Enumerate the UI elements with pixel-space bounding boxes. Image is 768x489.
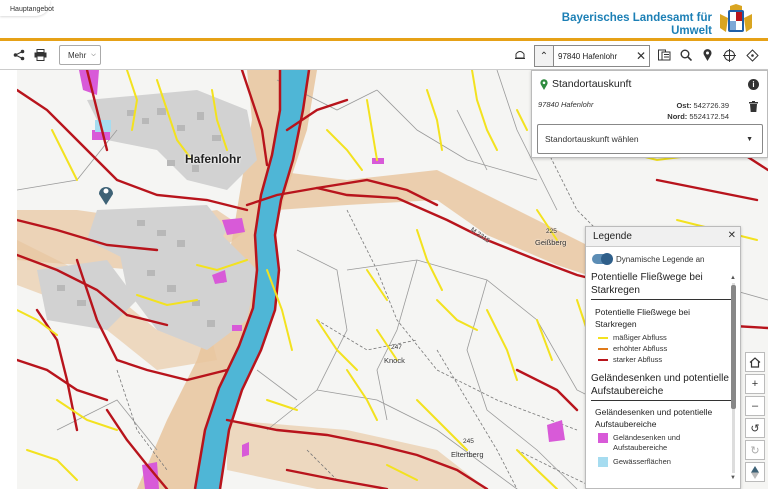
- east-value: 542726.39: [693, 101, 729, 110]
- legend-scrollbar[interactable]: ▲ ▼: [730, 275, 736, 485]
- dynamic-legend-toggle[interactable]: [592, 253, 613, 265]
- zoom-out-icon: –: [751, 400, 759, 412]
- rotate-button[interactable]: ↺: [745, 418, 765, 438]
- compass-icon: [751, 465, 759, 479]
- breadcrumb[interactable]: Hauptangebot: [10, 6, 54, 13]
- search-collapse-button[interactable]: ⌃: [534, 45, 554, 67]
- rotate-icon: ↺: [750, 422, 760, 435]
- zoom-out-button[interactable]: –: [745, 396, 765, 416]
- legend-swatch: [598, 433, 608, 443]
- crosshair-icon[interactable]: [721, 47, 737, 63]
- legend-item-increased-flow: erhöhter Abfluss: [598, 344, 667, 354]
- info-title-text: Standortauskunft: [552, 78, 632, 90]
- redo-icon: ↻: [750, 444, 760, 457]
- chevron-up-icon: ⌃: [539, 50, 549, 62]
- close-icon[interactable]: ✕: [636, 49, 646, 63]
- org-line-1: Bayerisches Landesamt für: [561, 12, 712, 24]
- location-search: ⌃ 97840 Hafenlohr ✕: [534, 45, 650, 67]
- info-coordinates: Ost: 542726.39 Nord: 5524172.54: [667, 100, 729, 122]
- locate-icon[interactable]: [744, 47, 760, 63]
- home-icon: [749, 356, 761, 368]
- legend-swatch: [598, 359, 608, 361]
- legend-section-2-subtitle: Geländesenken und potentielle Aufstauber…: [595, 407, 713, 429]
- info-place: 97840 Hafenlohr: [538, 100, 594, 109]
- toggle-label: Dynamische Legende an: [616, 255, 705, 264]
- legend-item-water-surfaces: Gewässerflächen: [598, 457, 671, 467]
- bell-icon[interactable]: [512, 47, 528, 63]
- app-root: Hauptangebot Bayerisches Landesamt für U…: [0, 0, 768, 489]
- scroll-down-icon[interactable]: ▼: [730, 475, 736, 481]
- north-label: Nord:: [667, 112, 688, 121]
- scroll-up-icon[interactable]: ▲: [730, 275, 736, 281]
- search-value: 97840 Hafenlohr: [558, 51, 618, 61]
- trash-icon[interactable]: [749, 101, 758, 112]
- info-title: Standortauskunft: [540, 78, 631, 90]
- location-pin-icon: [540, 78, 548, 90]
- legend-swatch: [598, 457, 608, 467]
- legend-item-label: mäßiger Abfluss: [613, 333, 667, 342]
- info-select-dropdown[interactable]: Standortauskunft wählen ▼: [537, 124, 763, 154]
- legend-panel: Legende ✕ Dynamische Legende an Potentie…: [585, 226, 741, 489]
- place-label-knock: Knock: [384, 356, 405, 365]
- elevation-geissberg: 225: [546, 228, 557, 235]
- legend-item-label: erhöhter Abfluss: [613, 344, 668, 353]
- legend-divider: [591, 299, 732, 300]
- home-button[interactable]: [745, 352, 765, 372]
- legend-item-label: starker Abfluss: [613, 355, 663, 364]
- compass-button[interactable]: [745, 462, 765, 482]
- location-info-panel: Standortauskunft i 97840 Hafenlohr Ost: …: [531, 70, 768, 158]
- organisation-name[interactable]: Bayerisches Landesamt für Umwelt: [562, 12, 712, 38]
- legend-item-depressions: Geländesenken und Aufstaubereiche: [598, 433, 703, 453]
- east-label: Ost:: [676, 101, 692, 110]
- place-label-town: Hafenlohr: [185, 152, 242, 166]
- elevation-eltertberg: 245: [463, 438, 474, 445]
- north-value: 5524172.54: [689, 112, 729, 121]
- share-icon[interactable]: [11, 47, 27, 63]
- zoom-search-icon[interactable]: [678, 47, 694, 63]
- legend-title: Legende: [593, 231, 632, 242]
- more-label: Mehr: [68, 50, 87, 60]
- map-left-edge: [0, 70, 17, 489]
- legend-section-2-title[interactable]: Geländesenken und potentielle Aufstauber…: [591, 372, 731, 398]
- search-input[interactable]: 97840 Hafenlohr ✕: [554, 45, 650, 67]
- legend-section-1-title[interactable]: Potentielle Fließwege bei Starkregen: [591, 271, 731, 297]
- close-icon[interactable]: ✕: [728, 230, 736, 241]
- site-header: Hauptangebot Bayerisches Landesamt für U…: [0, 0, 768, 40]
- legend-item-moderate-flow: mäßiger Abfluss: [598, 333, 667, 343]
- zoom-in-icon: +: [751, 378, 759, 390]
- place-label-eltertberg: Eltertberg: [451, 450, 484, 459]
- legend-swatch: [598, 348, 608, 350]
- legend-swatch: [598, 337, 608, 339]
- info-select-label: Standortauskunft wählen: [545, 134, 639, 144]
- legend-item-label: Gewässerflächen: [613, 457, 671, 466]
- layers-icon[interactable]: [656, 47, 672, 63]
- legend-item-strong-flow: starker Abfluss: [598, 355, 662, 365]
- location-pin-icon[interactable]: [699, 47, 715, 63]
- legend-section-1-subtitle: Potentielle Fließwege bei Starkregen: [595, 307, 690, 329]
- elevation-knock: 247: [391, 344, 402, 351]
- chevron-down-icon: ⌵: [91, 51, 96, 58]
- scrollbar-thumb[interactable]: [731, 285, 736, 409]
- more-dropdown[interactable]: Mehr ⌵: [59, 45, 101, 65]
- place-label-geissberg: Geißberg: [535, 238, 567, 247]
- legend-item-label: Geländesenken und Aufstaubereiche: [613, 433, 681, 452]
- legend-divider: [591, 400, 732, 401]
- legend-header: Legende ✕: [586, 227, 740, 247]
- redo-button[interactable]: ↻: [745, 440, 765, 460]
- bavaria-crest-logo[interactable]: [716, 4, 756, 38]
- org-line-2: Umwelt: [671, 25, 712, 37]
- map-toolbar: Mehr ⌵ ⌃ 97840 Hafenlohr ✕: [0, 41, 768, 70]
- zoom-in-button[interactable]: +: [745, 374, 765, 394]
- caret-down-icon: ▼: [746, 136, 753, 143]
- print-icon[interactable]: [32, 47, 48, 63]
- info-icon[interactable]: i: [748, 79, 759, 90]
